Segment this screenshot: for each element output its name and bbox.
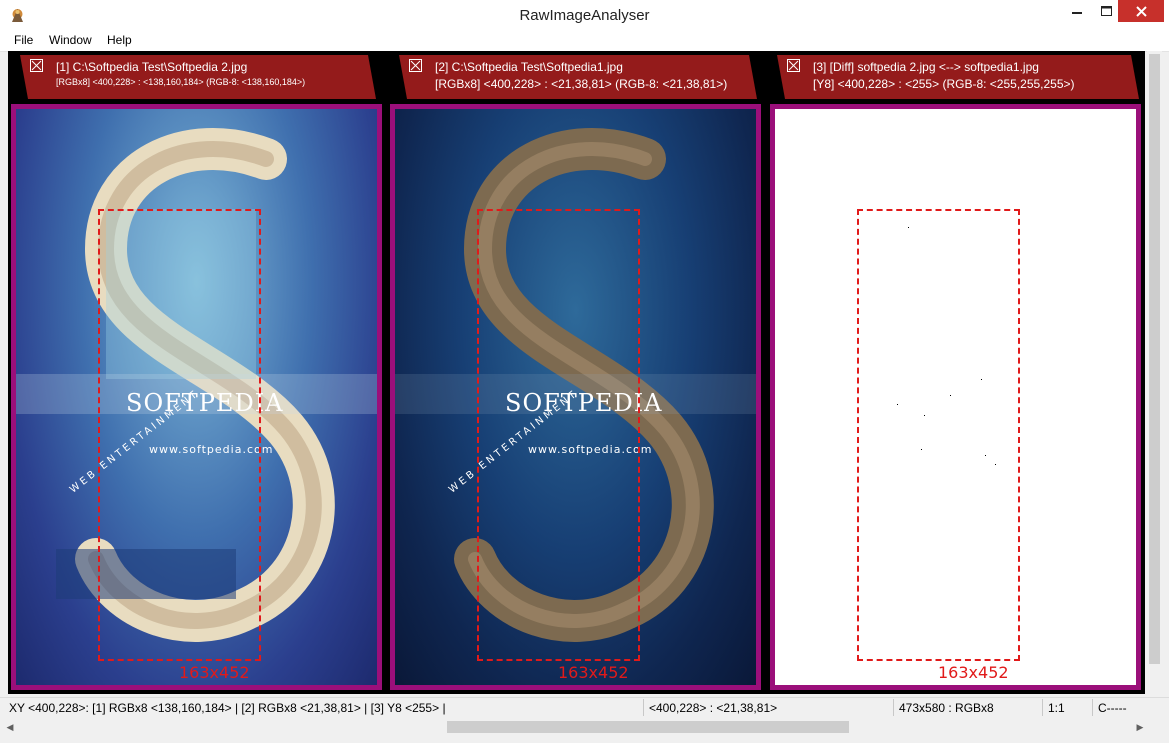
status-mode: C----- [1098, 701, 1127, 715]
horizontal-scrollbar[interactable]: ◀ ▶ [0, 718, 1169, 736]
tab-close-icon[interactable] [30, 59, 43, 72]
selection-size-label: 163x452 [179, 663, 250, 682]
image-tab-3[interactable]: [3] [Diff] softpedia 2.jpg <--> softpedi… [777, 55, 1139, 99]
status-divider [1092, 699, 1093, 716]
image-frame-2: SOFTPEDIA www.softpedia.com WEB ENTERTAI… [390, 104, 761, 690]
close-icon [1135, 5, 1147, 17]
minimize-icon [1072, 12, 1082, 14]
status-bar: XY <400,228>: [1] RGBx8 <138,160,184> | … [0, 697, 1169, 718]
image-tab-1[interactable]: [1] C:\Softpedia Test\Softpedia 2.jpg [R… [20, 55, 376, 99]
selection-rectangle[interactable] [98, 209, 261, 661]
window-title: RawImageAnalyser [519, 7, 650, 24]
status-divider [1042, 699, 1043, 716]
menu-file[interactable]: File [14, 33, 33, 47]
scroll-left-icon[interactable]: ◀ [3, 720, 17, 734]
close-button[interactable] [1118, 0, 1164, 22]
image-workspace[interactable]: [1] C:\Softpedia Test\Softpedia 2.jpg [R… [8, 51, 1145, 694]
tab-file-path: [2] C:\Softpedia Test\Softpedia1.jpg [435, 60, 623, 74]
tab-file-path: [3] [Diff] softpedia 2.jpg <--> softpedi… [813, 60, 1039, 74]
image-view-1[interactable]: SOFTPEDIA www.softpedia.com WEB ENTERTAI… [16, 109, 377, 685]
minimize-button[interactable] [1060, 0, 1094, 22]
tab-pixel-info: [RGBx8] <400,228> : <138,160,184> (RGB-8… [56, 77, 306, 87]
vertical-scrollbar[interactable] [1147, 51, 1162, 694]
image-tab-2[interactable]: [2] C:\Softpedia Test\Softpedia1.jpg [RG… [399, 55, 757, 99]
image-view-2[interactable]: SOFTPEDIA www.softpedia.com WEB ENTERTAI… [395, 109, 756, 685]
tab-close-icon[interactable] [409, 59, 422, 72]
selection-rectangle[interactable] [477, 209, 640, 661]
menu-help[interactable]: Help [107, 33, 132, 47]
horizontal-scroll-thumb[interactable] [447, 721, 849, 733]
status-divider [643, 699, 644, 716]
selection-size-label: 163x452 [558, 663, 629, 682]
image-view-3[interactable]: 163x452 [775, 109, 1136, 685]
status-xy-info: XY <400,228>: [1] RGBx8 <138,160,184> | … [9, 701, 446, 715]
scroll-right-icon[interactable]: ▶ [1133, 720, 1147, 734]
image-frame-3: 163x452 [770, 104, 1141, 690]
image-frame-1: SOFTPEDIA www.softpedia.com WEB ENTERTAI… [11, 104, 382, 690]
menu-window[interactable]: Window [49, 33, 92, 47]
selection-size-label: 163x452 [938, 663, 1009, 682]
status-zoom: 1:1 [1048, 701, 1065, 715]
tab-pixel-info: [Y8] <400,228> : <255> (RGB-8: <255,255,… [813, 77, 1075, 91]
status-size-format: 473x580 : RGBx8 [899, 701, 994, 715]
tab-file-path: [1] C:\Softpedia Test\Softpedia 2.jpg [56, 60, 248, 74]
tab-close-icon[interactable] [787, 59, 800, 72]
maximize-icon [1100, 6, 1112, 16]
vertical-scroll-thumb[interactable] [1149, 54, 1160, 664]
maximize-button[interactable] [1094, 0, 1118, 22]
status-divider [893, 699, 894, 716]
menu-bar: File Window Help [0, 31, 1169, 52]
selection-rectangle[interactable] [857, 209, 1020, 661]
status-pixel: <400,228> : <21,38,81> [649, 701, 778, 715]
title-bar: RawImageAnalyser [0, 0, 1169, 31]
tab-pixel-info: [RGBx8] <400,228> : <21,38,81> (RGB-8: <… [435, 77, 728, 91]
